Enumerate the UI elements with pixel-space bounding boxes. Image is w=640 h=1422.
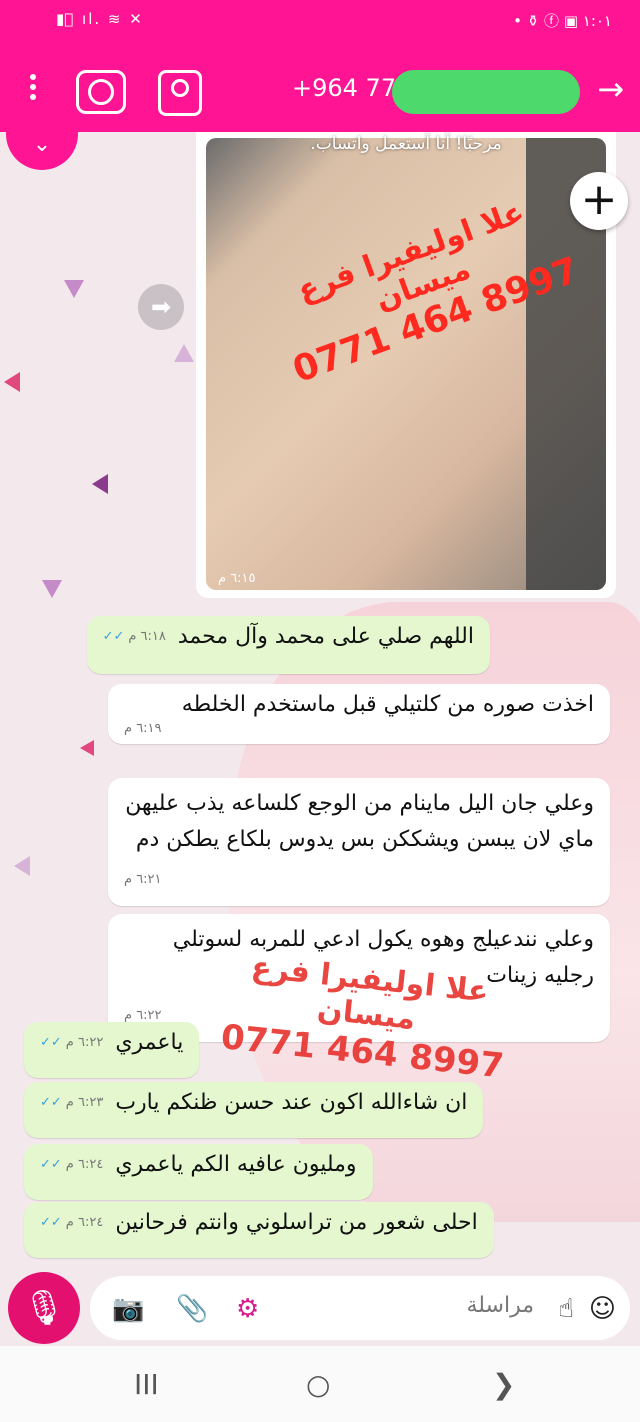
wallpaper-triangle-icon: [92, 474, 108, 494]
wallpaper-triangle-icon: [174, 344, 194, 362]
message-time: ٦:١٩ م: [124, 721, 162, 736]
mic-icon[interactable]: 🎙: [8, 1272, 80, 1344]
wallpaper-triangle-icon: [4, 372, 20, 392]
recents-icon[interactable]: III: [134, 1368, 159, 1401]
message-outgoing[interactable]: ان شاءالله اكون عند حسن ظنكم يارب ٦:٢٣ م…: [24, 1082, 484, 1138]
message-outgoing[interactable]: ومليون عافيه الكم ياعمري ٦:٢٤ م ✓✓: [24, 1144, 373, 1200]
home-icon[interactable]: ○: [306, 1368, 330, 1401]
read-ticks-icon: ✓✓: [40, 1035, 62, 1050]
chat-area: ⌄ ➡ مرحبًا! أنا أستعمل واتساب. علا اوليف…: [0, 132, 640, 1262]
chevron-down-icon[interactable]: ⌄: [6, 132, 78, 170]
message-time: ٦:٢٤ م: [65, 1215, 104, 1230]
message-incoming[interactable]: وعلي جان اليل ماينام من الوجع كلساعه يذب…: [108, 778, 610, 906]
touch-hand-icon: ☝: [558, 1294, 574, 1324]
voice-call-icon[interactable]: [76, 70, 126, 114]
status-left-icons: ▮⃠ ıl. ≋ ✕: [56, 10, 144, 28]
chat-header: +964 77 →: [0, 40, 640, 132]
message-composer: 🎙 📷 📎 ⚙ مراسلة ☝ ☺: [0, 1262, 640, 1346]
gear-icon[interactable]: ⚙: [236, 1294, 259, 1324]
media-message[interactable]: مرحبًا! أنا أستعمل واتساب. علا اوليفيرا …: [196, 132, 616, 598]
message-text: اخذت صوره من كلتيلي قبل ماستخدم الخلطه: [181, 692, 594, 717]
media-time: ٦:١٥ م: [218, 571, 256, 586]
message-text: وعلي جان اليل ماينام من الوجع كلساعه يذب…: [125, 791, 594, 852]
message-time: ٦:٢٣ م: [65, 1095, 104, 1110]
system-nav-bar: III ○ ❯: [0, 1346, 640, 1422]
back-icon[interactable]: ❯: [492, 1368, 515, 1401]
message-time: ٦:٢٤ م: [65, 1157, 104, 1172]
wallpaper-triangle-icon: [64, 280, 84, 298]
wallpaper-triangle-icon: [14, 856, 30, 876]
redacted-number-mask: [392, 70, 580, 114]
camera-icon[interactable]: 📷: [112, 1294, 144, 1324]
more-options-icon[interactable]: [28, 74, 40, 104]
message-text: ومليون عافيه الكم ياعمري: [115, 1152, 357, 1177]
message-text: ان شاءالله اكون عند حسن ظنكم يارب: [115, 1090, 468, 1115]
wallpaper-triangle-icon: [42, 580, 62, 598]
add-icon[interactable]: +: [570, 172, 628, 230]
message-outgoing[interactable]: ياعمري ٦:٢٢ م ✓✓: [24, 1022, 200, 1078]
status-right-icons: • ⚱ ⓕ ▣ ١:٠١: [513, 12, 612, 30]
message-placeholder: مراسلة: [466, 1293, 534, 1318]
video-call-icon[interactable]: [158, 70, 202, 116]
message-input[interactable]: 📷 📎 ⚙ مراسلة ☝ ☺: [90, 1276, 630, 1340]
emoji-icon[interactable]: ☺: [589, 1294, 616, 1324]
message-text: ياعمري: [115, 1030, 184, 1055]
message-outgoing[interactable]: اللهم صلي على محمد وآل محمد ٦:١٨ م ✓✓: [86, 616, 490, 674]
paperclip-icon[interactable]: 📎: [176, 1294, 208, 1324]
contact-phone-number[interactable]: +964 77: [292, 74, 396, 102]
message-text: اللهم صلي على محمد وآل محمد: [177, 624, 474, 649]
message-time: ٦:٢١ م: [124, 872, 162, 887]
media-caption: مرحبًا! أنا أستعمل واتساب.: [310, 134, 502, 154]
forward-arrow-icon[interactable]: ➡: [138, 284, 184, 330]
message-text: احلى شعور من تراسلوني وانتم فرحانين: [115, 1210, 478, 1235]
message-incoming[interactable]: اخذت صوره من كلتيلي قبل ماستخدم الخلطه ٦…: [108, 684, 610, 744]
wallpaper-triangle-icon: [80, 740, 94, 756]
back-arrow-icon[interactable]: →: [597, 70, 624, 108]
read-ticks-icon: ✓✓: [102, 629, 125, 644]
message-time: ٦:٢٢ م: [65, 1035, 104, 1050]
message-time: ٦:١٨ م: [128, 629, 166, 644]
read-ticks-icon: ✓✓: [40, 1095, 62, 1110]
read-ticks-icon: ✓✓: [40, 1157, 62, 1172]
status-bar: ▮⃠ ıl. ≋ ✕ • ⚱ ⓕ ▣ ١:٠١: [0, 0, 640, 40]
read-ticks-icon: ✓✓: [40, 1215, 62, 1230]
message-outgoing[interactable]: احلى شعور من تراسلوني وانتم فرحانين ٦:٢٤…: [24, 1202, 494, 1258]
